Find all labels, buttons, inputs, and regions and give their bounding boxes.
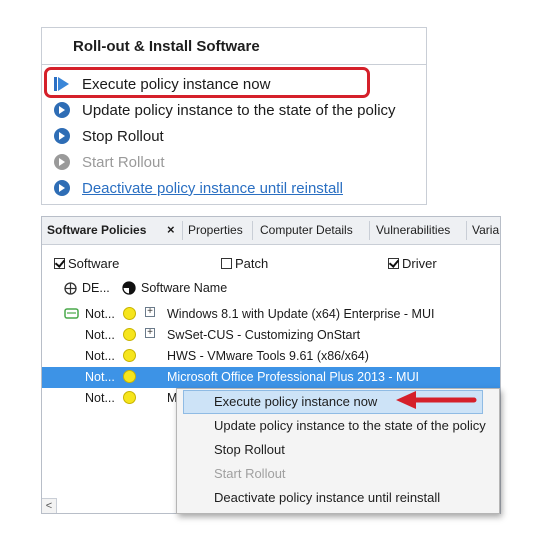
menu-item-update-policy[interactable]: Update policy instance to the state of t… [183, 414, 486, 438]
update-policy-action[interactable]: Update policy instance to the state of t… [54, 99, 396, 121]
status-text: Not... [85, 307, 115, 321]
filter-driver[interactable]: Driver [388, 256, 437, 271]
globe-icon [64, 281, 77, 295]
software-name: SwSet-CUS - Customizing OnStart [167, 328, 361, 342]
panel-title: Roll-out & Install Software [73, 38, 260, 55]
tab-bar: Software Policies × Properties Computer … [42, 217, 500, 245]
status-text: Not... [85, 370, 115, 384]
tab-varia[interactable]: Varia [472, 223, 499, 237]
filter-label: Patch [235, 256, 269, 271]
column-label: Software Name [141, 281, 228, 295]
filter-label: Driver [402, 256, 437, 271]
filter-patch[interactable]: Patch [221, 256, 268, 271]
table-row[interactable]: Not... + SwSet-CUS - Customizing OnStart [42, 325, 500, 346]
arrow-circle-icon [54, 102, 70, 118]
arrow-circle-icon [54, 180, 70, 196]
software-name: Microsoft Office Professional Plus 2013 … [167, 370, 419, 384]
table-row-selected[interactable]: Not... Microsoft Office Professional Plu… [42, 367, 500, 388]
divider [42, 64, 426, 65]
close-icon[interactable]: × [167, 222, 175, 237]
tab-properties[interactable]: Properties [188, 223, 243, 237]
status-text: Not... [85, 349, 115, 363]
software-name: Windows 8.1 with Update (x64) Enterprise… [167, 307, 435, 321]
scroll-left-button[interactable]: < [42, 498, 57, 513]
column-header-status[interactable]: DE... [64, 281, 110, 295]
action-label: Update policy instance to the state of t… [82, 101, 396, 119]
half-circle-icon [122, 281, 136, 295]
tab-separator [252, 221, 253, 240]
menu-item-stop-rollout[interactable]: Stop Rollout [183, 438, 483, 462]
menu-item-deactivate-policy[interactable]: Deactivate policy instance until reinsta… [183, 486, 483, 510]
tab-separator [182, 221, 183, 240]
status-bulb-icon [123, 370, 136, 383]
arrow-circle-icon [54, 154, 70, 170]
column-header-software-name[interactable]: Software Name [122, 281, 227, 295]
stop-rollout-action[interactable]: Stop Rollout [54, 125, 164, 147]
expand-icon[interactable]: + [145, 328, 155, 338]
action-label: Stop Rollout [82, 127, 164, 145]
status-text: Not... [85, 328, 115, 342]
checkbox[interactable] [54, 258, 65, 269]
network-icon [64, 308, 79, 319]
tab-separator [466, 221, 467, 240]
table-row[interactable]: Not... HWS - VMware Tools 9.61 (x86/x64) [42, 346, 500, 367]
start-rollout-action: Start Rollout [54, 151, 165, 173]
red-arrow-icon [396, 391, 477, 409]
filter-software[interactable]: Software [54, 256, 119, 271]
action-label: Deactivate policy instance until reinsta… [82, 179, 343, 197]
status-bulb-icon [123, 307, 136, 320]
rollout-install-panel: Roll-out & Install Software Execute poli… [41, 27, 427, 205]
status-bulb-icon [123, 349, 136, 362]
expand-icon[interactable]: + [145, 307, 155, 317]
highlight-box [44, 67, 370, 98]
software-name: HWS - VMware Tools 9.61 (x86/x64) [167, 349, 369, 363]
action-label: Start Rollout [82, 153, 165, 171]
checkbox[interactable] [388, 258, 399, 269]
table-row[interactable]: Not... + Windows 8.1 with Update (x64) E… [42, 304, 500, 325]
column-label: DE... [82, 281, 110, 295]
status-bulb-icon [123, 391, 136, 404]
arrow-circle-icon [54, 128, 70, 144]
tab-separator [369, 221, 370, 240]
status-bulb-icon [123, 328, 136, 341]
status-text: Not... [85, 391, 115, 405]
filter-label: Software [68, 256, 120, 271]
tab-computer-details[interactable]: Computer Details [260, 223, 353, 237]
menu-item-start-rollout: Start Rollout [214, 466, 286, 481]
tab-vulnerabilities[interactable]: Vulnerabilities [376, 223, 450, 237]
checkbox[interactable] [221, 258, 232, 269]
tab-software-policies[interactable]: Software Policies [47, 223, 146, 237]
deactivate-policy-action[interactable]: Deactivate policy instance until reinsta… [54, 177, 343, 199]
